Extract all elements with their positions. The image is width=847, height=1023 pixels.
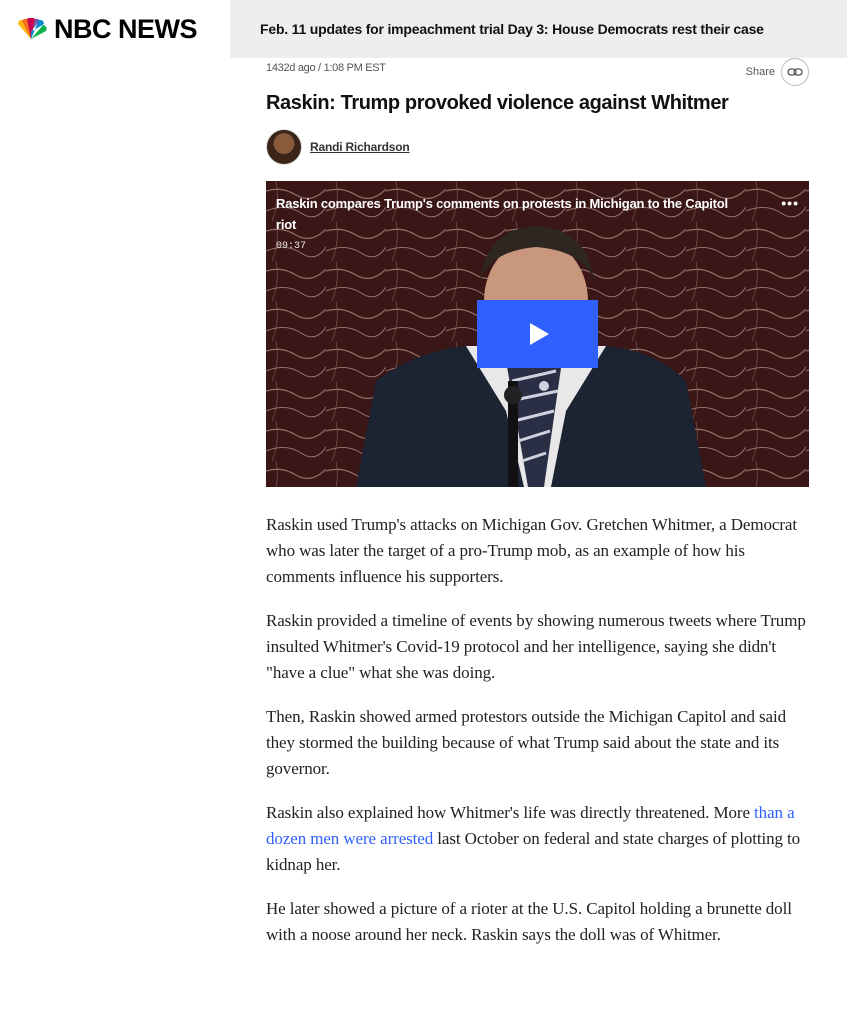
brand-name: NBC NEWS bbox=[54, 13, 198, 44]
post-meta: 1432d ago / 1:08 PM EST Share bbox=[266, 58, 809, 86]
body-paragraph: He later showed a picture of a rioter at… bbox=[266, 899, 792, 944]
brand-logo-link[interactable]: NBC NEWS bbox=[0, 0, 230, 58]
video-title: Raskin compares Trump's comments on prot… bbox=[276, 196, 728, 232]
live-headline-bar: Feb. 11 updates for impeachment trial Da… bbox=[230, 0, 847, 58]
post-timestamp: 1432d ago / 1:08 PM EST bbox=[266, 62, 386, 74]
article-body: Raskin used Trump's attacks on Michigan … bbox=[266, 512, 809, 948]
body-paragraph: Then, Raskin showed armed protestors out… bbox=[266, 707, 786, 778]
paragraph-text: Raskin also explained how Whitmer's life… bbox=[266, 803, 755, 822]
video-duration: 09:37 bbox=[276, 241, 307, 252]
video-player[interactable]: Raskin compares Trump's comments on prot… bbox=[266, 181, 809, 487]
post-title: Raskin: Trump provoked violence against … bbox=[266, 92, 729, 114]
link-icon bbox=[787, 68, 803, 76]
share-label: Share bbox=[745, 66, 775, 78]
live-blog-post: 1432d ago / 1:08 PM EST Share Raskin: Tr… bbox=[266, 58, 809, 966]
share-control[interactable]: Share bbox=[746, 58, 809, 86]
body-paragraph: Raskin also explained how Whitmer's life… bbox=[266, 800, 809, 878]
body-paragraph: Raskin used Trump's attacks on Michigan … bbox=[266, 515, 797, 586]
peacock-logo-icon bbox=[17, 18, 47, 39]
byline: Randi Richardson bbox=[266, 129, 809, 165]
live-headline-link[interactable]: Feb. 11 updates for impeachment trial Da… bbox=[260, 21, 764, 37]
body-paragraph: Raskin provided a timeline of events by … bbox=[266, 611, 806, 682]
author-avatar bbox=[266, 129, 302, 165]
share-link-button[interactable] bbox=[781, 58, 809, 86]
author-link[interactable]: Randi Richardson bbox=[310, 140, 410, 154]
play-button[interactable] bbox=[477, 300, 598, 368]
play-icon bbox=[530, 323, 549, 345]
site-header: NBC NEWS Feb. 11 updates for impeachment… bbox=[0, 0, 847, 58]
more-options-icon[interactable]: ••• bbox=[781, 195, 799, 211]
